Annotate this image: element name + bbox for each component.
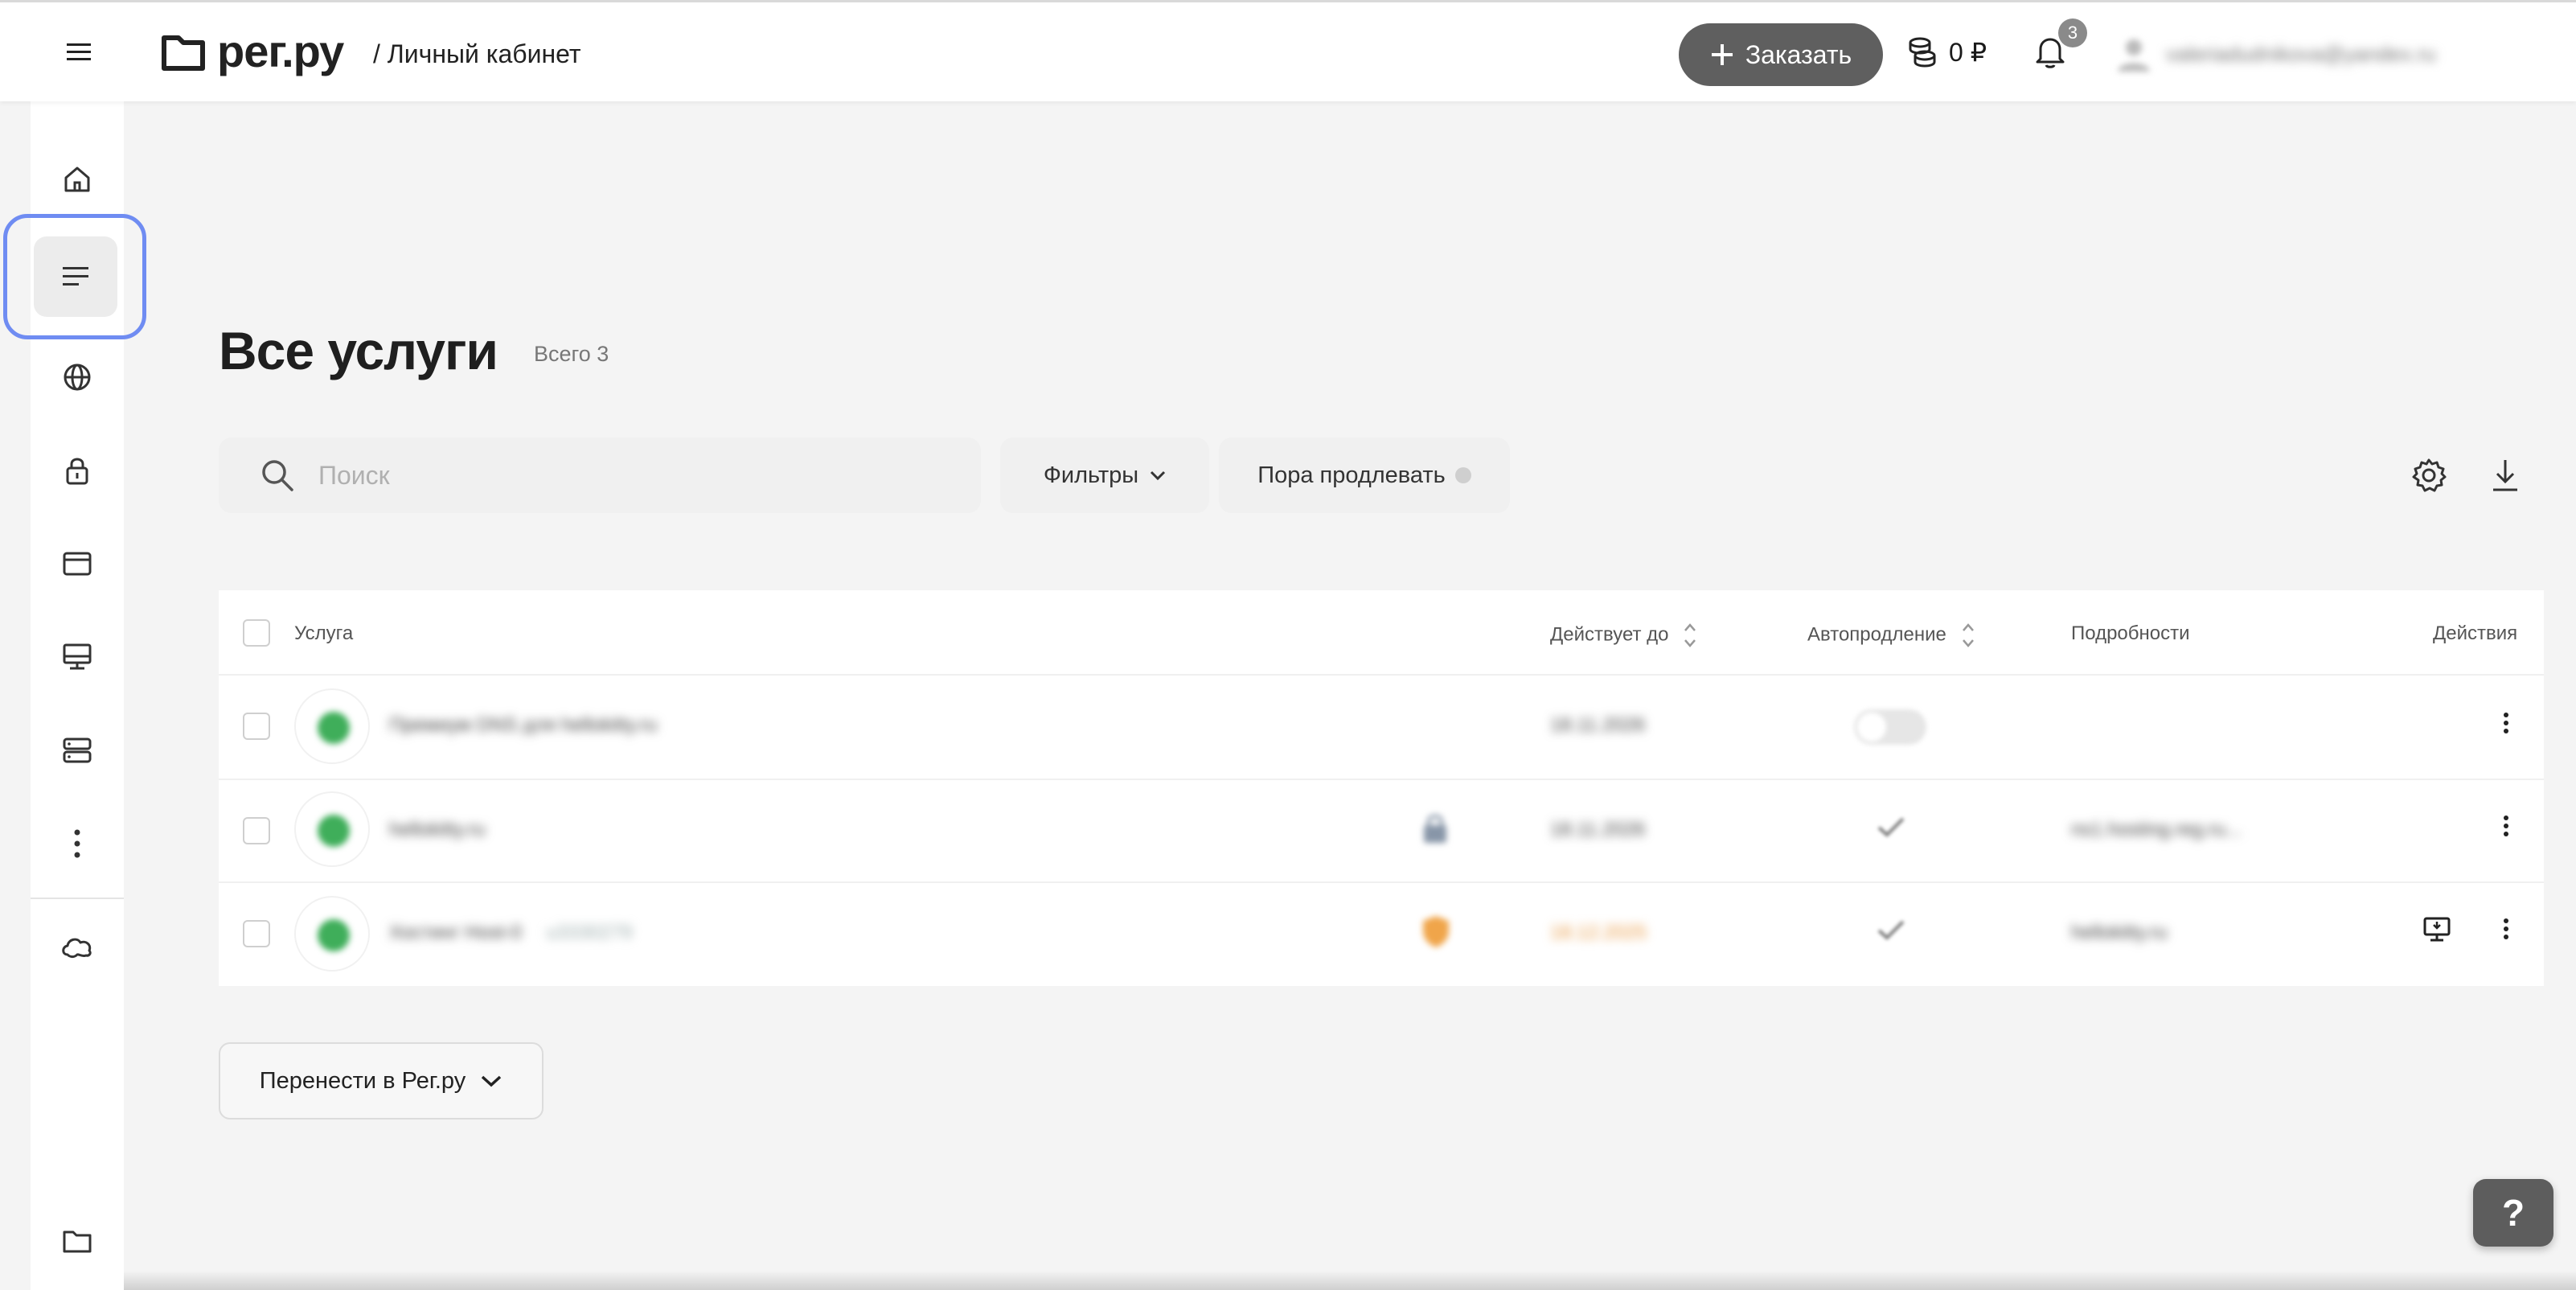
balance-amount: 0 ₽	[1949, 38, 1987, 67]
service-hosting-icon	[294, 896, 370, 972]
sidebar-item-cloud[interactable]	[31, 910, 124, 983]
sidebar-item-ssl[interactable]	[31, 434, 124, 507]
autorenew-check-icon	[1877, 815, 1905, 838]
details-text: ns1.hosting.reg.ru...	[2071, 819, 2242, 840]
service-dns-icon	[294, 688, 370, 764]
notifications-badge: 3	[2058, 18, 2087, 47]
row-checkbox[interactable]	[243, 713, 270, 740]
total-count: Всего 3	[534, 342, 609, 366]
column-header-actions: Действия	[2433, 622, 2518, 644]
plus-icon	[1711, 44, 1733, 65]
column-header-autorenew-label: Автопродление	[1807, 623, 1946, 646]
valid-until-date: 18.12.2025	[1550, 922, 1647, 943]
user-email: valeriadudnikova@yandex.ru	[2166, 41, 2436, 66]
balance[interactable]: 0 ₽	[1907, 36, 1987, 68]
logo-text[interactable]: рег.ру	[217, 25, 344, 77]
reg-logo-icon[interactable]	[161, 35, 206, 72]
row-checkbox[interactable]	[243, 817, 270, 844]
service-login: u3330279	[546, 922, 633, 943]
row-actions-more-icon[interactable]	[2502, 812, 2510, 840]
home-icon	[64, 166, 90, 192]
renew-label: Пора продлевать	[1257, 462, 1446, 488]
services-table: Услуга Действует до Автопродление Подроб…	[219, 590, 2544, 986]
transfer-label: Перенести в Рег.ру	[259, 1067, 466, 1094]
column-header-autorenew[interactable]: Автопродление	[1807, 621, 1975, 650]
column-header-valid-until-label: Действует до	[1550, 623, 1669, 646]
browser-window-icon	[63, 552, 92, 576]
order-button-label: Заказать	[1745, 39, 1852, 69]
valid-until-date: 18.11.2026	[1550, 819, 1646, 840]
service-accent-dot	[318, 712, 350, 744]
more-vertical-icon	[74, 829, 80, 858]
column-header-details: Подробности	[2071, 622, 2190, 644]
row-divider	[219, 779, 2544, 780]
cloud-icon	[62, 938, 92, 959]
sidebar-item-files[interactable]	[31, 1205, 124, 1277]
row-actions-more-icon[interactable]	[2502, 915, 2510, 943]
service-name[interactable]: Премиум DNS для hellokitty.ru	[389, 714, 657, 737]
sidebar-item-vps[interactable]	[31, 621, 124, 693]
row-divider	[219, 881, 2544, 883]
page-title: Все услуги	[219, 321, 498, 380]
folder-icon	[63, 1230, 92, 1253]
service-domain-icon	[294, 791, 370, 867]
chevron-down-icon	[482, 1075, 502, 1087]
valid-until-date: 18.11.2026	[1550, 714, 1646, 736]
autorenew-check-icon	[1877, 918, 1905, 941]
search-box[interactable]	[219, 438, 981, 513]
details-text: hellokitty.ru	[2071, 922, 2168, 943]
renew-soon-filter[interactable]: Пора продлевать	[1219, 438, 1510, 513]
row-checkbox[interactable]	[243, 920, 270, 947]
domain-lock-icon	[1421, 812, 1449, 844]
lock-icon	[66, 458, 88, 485]
column-header-valid-until[interactable]: Действует до	[1550, 621, 1696, 650]
sidebar-divider	[31, 898, 124, 899]
bottom-edge-shadow	[124, 1271, 2576, 1290]
renew-indicator-dot	[1454, 467, 1471, 483]
warning-shield-icon	[1420, 914, 1452, 949]
service-name[interactable]: Хостинг Host-0 u3330279	[389, 922, 632, 944]
sort-icon	[1962, 623, 1974, 647]
column-header-service: Услуга	[294, 622, 354, 644]
globe-icon	[64, 364, 91, 391]
filters-label: Фильтры	[1043, 462, 1139, 488]
section-title: / Личный кабинет	[373, 39, 581, 68]
select-all-checkbox[interactable]	[243, 619, 270, 647]
filters-button[interactable]: Фильтры	[1000, 438, 1209, 513]
coins-icon	[1909, 37, 1936, 68]
hamburger-menu-icon[interactable]	[63, 36, 95, 68]
transfer-to-reg-button[interactable]: Перенести в Рег.ру	[219, 1042, 544, 1120]
server-icon	[63, 737, 92, 763]
autorenew-toggle[interactable]	[1854, 709, 1926, 745]
settings-gear-icon[interactable]	[2410, 457, 2447, 494]
service-name[interactable]: hellokitty.ru	[389, 819, 486, 841]
sidebar-item-hosting[interactable]	[31, 528, 124, 600]
sort-icon	[1684, 623, 1696, 647]
sidebar-item-home[interactable]	[31, 143, 124, 216]
search-icon	[262, 460, 293, 491]
service-accent-dot	[318, 815, 350, 847]
service-name-label: Хостинг Host-0	[389, 922, 522, 943]
sidebar-item-domains[interactable]	[31, 341, 124, 413]
user-avatar-icon	[2118, 39, 2150, 72]
service-accent-dot	[318, 919, 350, 951]
order-button[interactable]: Заказать	[1679, 23, 1883, 86]
sidebar-item-servers[interactable]	[31, 714, 124, 787]
row-actions-more-icon[interactable]	[2502, 709, 2510, 737]
control-panel-monitor-icon[interactable]	[2423, 917, 2451, 943]
chevron-down-icon	[1151, 470, 1166, 481]
help-button[interactable]: ?	[2473, 1179, 2553, 1247]
sidebar-item-more[interactable]	[31, 807, 124, 880]
monitor-icon	[63, 643, 92, 670]
row-divider	[219, 674, 2544, 676]
focus-highlight-ring	[3, 214, 146, 339]
download-icon[interactable]	[2489, 457, 2521, 494]
top-bar: рег.ру / Личный кабинет Заказать 0 ₽ 3 v…	[0, 0, 2576, 101]
search-input[interactable]	[317, 459, 883, 491]
user-menu[interactable]: valeriadudnikova@yandex.ru	[2115, 22, 2549, 86]
